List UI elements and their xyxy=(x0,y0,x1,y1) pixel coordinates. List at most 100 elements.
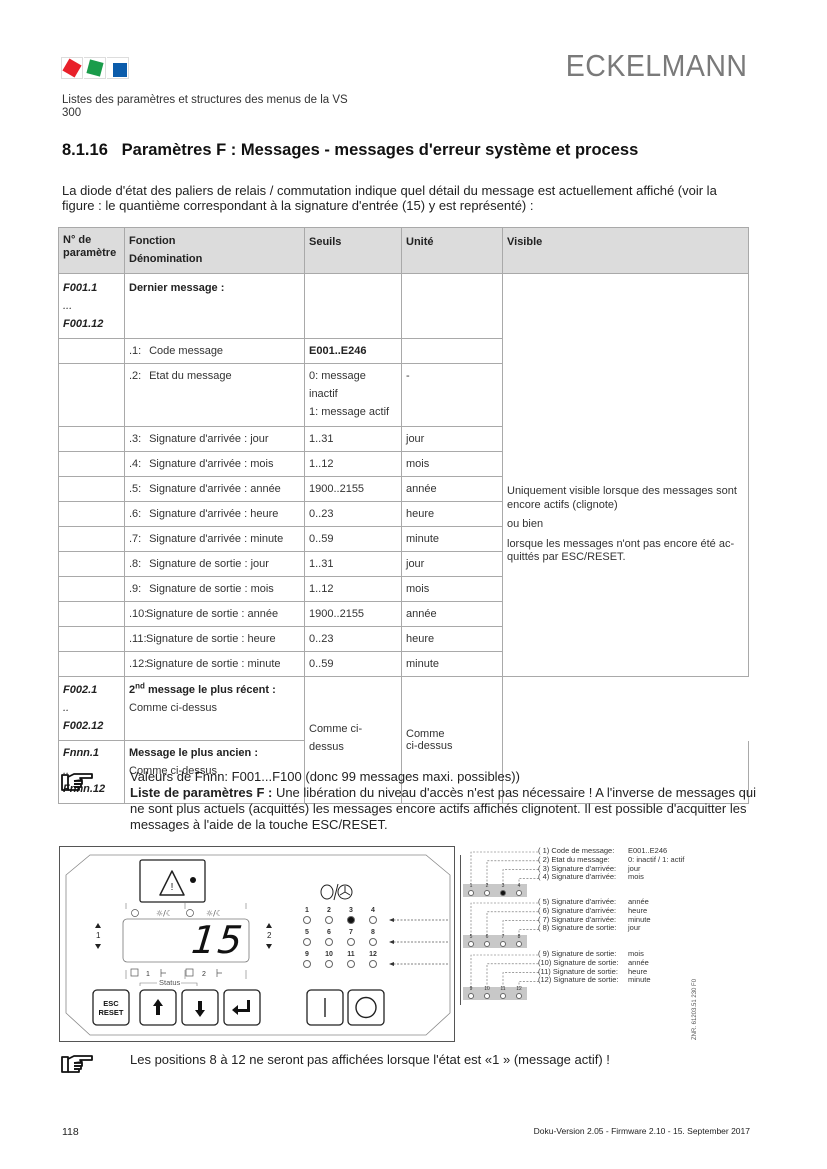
sub-index: .3: xyxy=(129,433,142,445)
led-indicator xyxy=(303,960,311,968)
legend-value: jour xyxy=(628,863,641,873)
param-start: F002.1 xyxy=(63,684,98,696)
param-end: F002.12 xyxy=(63,720,104,732)
function-cell: .11:Signature de sortie : heure xyxy=(124,626,305,652)
sub-index: .7: xyxy=(129,533,142,545)
relay-led: 8 xyxy=(366,929,380,946)
led-indicator xyxy=(325,938,333,946)
led-number: 9 xyxy=(305,951,309,958)
function-name: Signature de sortie : année xyxy=(146,608,279,620)
function-cell: .10:Signature de sortie : année xyxy=(124,601,305,627)
threshold-cell: 1..31 xyxy=(304,426,402,452)
led-number: 10 xyxy=(325,951,333,958)
legend-label: (12) Signature de sortie: xyxy=(538,975,619,985)
param-start: F001.1 xyxy=(63,282,98,294)
empty-cell xyxy=(58,601,125,627)
function-cell: .12:Signature de sortie : minute xyxy=(124,651,305,677)
led-number: 11 xyxy=(347,951,355,958)
param-start: Fnnn.1 xyxy=(63,747,100,759)
leader-line xyxy=(502,972,539,988)
led-indicator xyxy=(347,960,355,968)
legend-group: ( 1) Code de message: E001..E246( 2) Etat… xyxy=(538,846,684,882)
param-number-cell: F002.1 .. F002.12 xyxy=(58,676,125,741)
section-title: Paramètres F : Messages - messages d'err… xyxy=(121,141,639,159)
legend-led-indicator xyxy=(468,993,474,999)
leader-line xyxy=(486,911,539,936)
note-positions: Les positions 8 à 12 ne seront pas affic… xyxy=(130,1052,610,1067)
visible-note-text: lorsque les messages n'ont pas encore ét… xyxy=(507,537,735,564)
empty-cell xyxy=(58,501,125,527)
leader-line xyxy=(502,920,539,936)
function-name: Signature d'arrivée : année xyxy=(149,483,281,495)
controller-front-panel: ! ☼/☾ ☼/☾ 15 1 2 1 2 Status ESC RESET 1 … xyxy=(59,846,455,1042)
legend-led-indicator xyxy=(516,993,522,999)
sub-index: .5: xyxy=(129,483,142,495)
off-button[interactable] xyxy=(348,990,384,1025)
led-indicator xyxy=(325,960,333,968)
led-number: 1 xyxy=(305,907,309,914)
unit-cell: jour xyxy=(401,551,503,577)
up-arrow-button[interactable] xyxy=(140,990,176,1025)
relay-led: 3 xyxy=(344,907,358,924)
unit-cell: mois xyxy=(401,451,503,477)
sub-index: .11: xyxy=(129,633,147,645)
company-logo xyxy=(61,57,131,79)
legend-connector xyxy=(460,855,461,1005)
empty-cell xyxy=(58,626,125,652)
legend-led-indicator xyxy=(500,941,506,947)
legend-group: ( 9) Signature de sortie: mois (10) Signat… xyxy=(538,949,651,985)
note-line: Valeurs de Fnnn: F001...F100 (donc 99 me… xyxy=(130,769,520,784)
group-title: Message le plus ancien : xyxy=(129,747,258,759)
function-cell: .9: Signature de sortie : mois xyxy=(124,576,305,602)
legend-item: ( 4) Signature d'arrivée: mois xyxy=(538,872,684,882)
section-number: 8.1.16 xyxy=(62,141,108,159)
note-fnnn-values: Valeurs de Fnnn: F001...F100 (donc 99 me… xyxy=(130,769,760,833)
led-active-indicator xyxy=(347,916,355,924)
group-title: 2nd message le plus récent : xyxy=(129,681,300,699)
document-version: Doku-Version 2.05 - Firmware 2.10 - 15. … xyxy=(533,1126,750,1136)
leader-line xyxy=(470,851,539,885)
relay-led: 1 xyxy=(300,907,314,924)
document-subtitle: Listes des paramètres et structures des … xyxy=(62,94,348,120)
threshold-option: 0: message inactif xyxy=(309,370,366,400)
on-button[interactable] xyxy=(307,990,343,1025)
header-text: Dénomination xyxy=(129,253,203,265)
relay-led: 2 xyxy=(322,907,336,924)
legend-led-indicator xyxy=(516,890,522,896)
threshold-cell: 1..12 xyxy=(304,576,402,602)
led-number: 3 xyxy=(349,907,353,914)
empty-cell xyxy=(58,426,125,452)
logo-blue-square xyxy=(113,63,127,77)
legend-item: ( 8) Signature de sortie: jour xyxy=(538,923,651,933)
left-channel-number: 1 xyxy=(96,931,101,940)
enter-button[interactable] xyxy=(224,990,260,1025)
param-dots: ... xyxy=(63,300,73,312)
sub-index: .8: xyxy=(129,558,142,570)
header-visible: Visible xyxy=(502,227,749,274)
visible-note-text: Uniquement visible lorsque des messages … xyxy=(507,485,737,511)
note-paragraph: Liste de paramètres F : Une libération d… xyxy=(130,785,760,833)
sub-index: .12: xyxy=(129,658,148,670)
legend-item: (12) Signature de sortie: minute xyxy=(538,975,651,985)
function-name: Signature de sortie : mois xyxy=(149,583,274,595)
down-arrow-button[interactable] xyxy=(182,990,218,1025)
leader-line xyxy=(502,869,539,885)
empty-cell xyxy=(58,651,125,677)
sub-index: .2: xyxy=(129,370,142,382)
legend-led-indicator xyxy=(484,993,490,999)
relay-led: 4 xyxy=(366,907,380,924)
esc-reset-button[interactable]: ESC RESET xyxy=(93,990,129,1025)
threshold-cell: 0..23 xyxy=(304,501,402,527)
legend-value: minute xyxy=(628,975,651,985)
param-dots: .. xyxy=(63,702,70,714)
function-cell: .6: Signature d'arrivée : heure xyxy=(124,501,305,527)
table-header-row: N° de paramètre Fonction Dénomination Se… xyxy=(58,227,749,274)
subtitle-line: Listes des paramètres et structures des … xyxy=(62,94,348,106)
leader-line xyxy=(518,878,539,885)
relay-led: 12 xyxy=(366,951,380,968)
legend-group: ( 5) Signature d'arrivée: année( 6) Signa… xyxy=(538,897,651,933)
function-name: Signature de sortie : minute xyxy=(146,658,281,670)
led-number: 12 xyxy=(369,951,377,958)
legend-led-indicator xyxy=(484,890,490,896)
unit-cell: heure xyxy=(401,626,503,652)
